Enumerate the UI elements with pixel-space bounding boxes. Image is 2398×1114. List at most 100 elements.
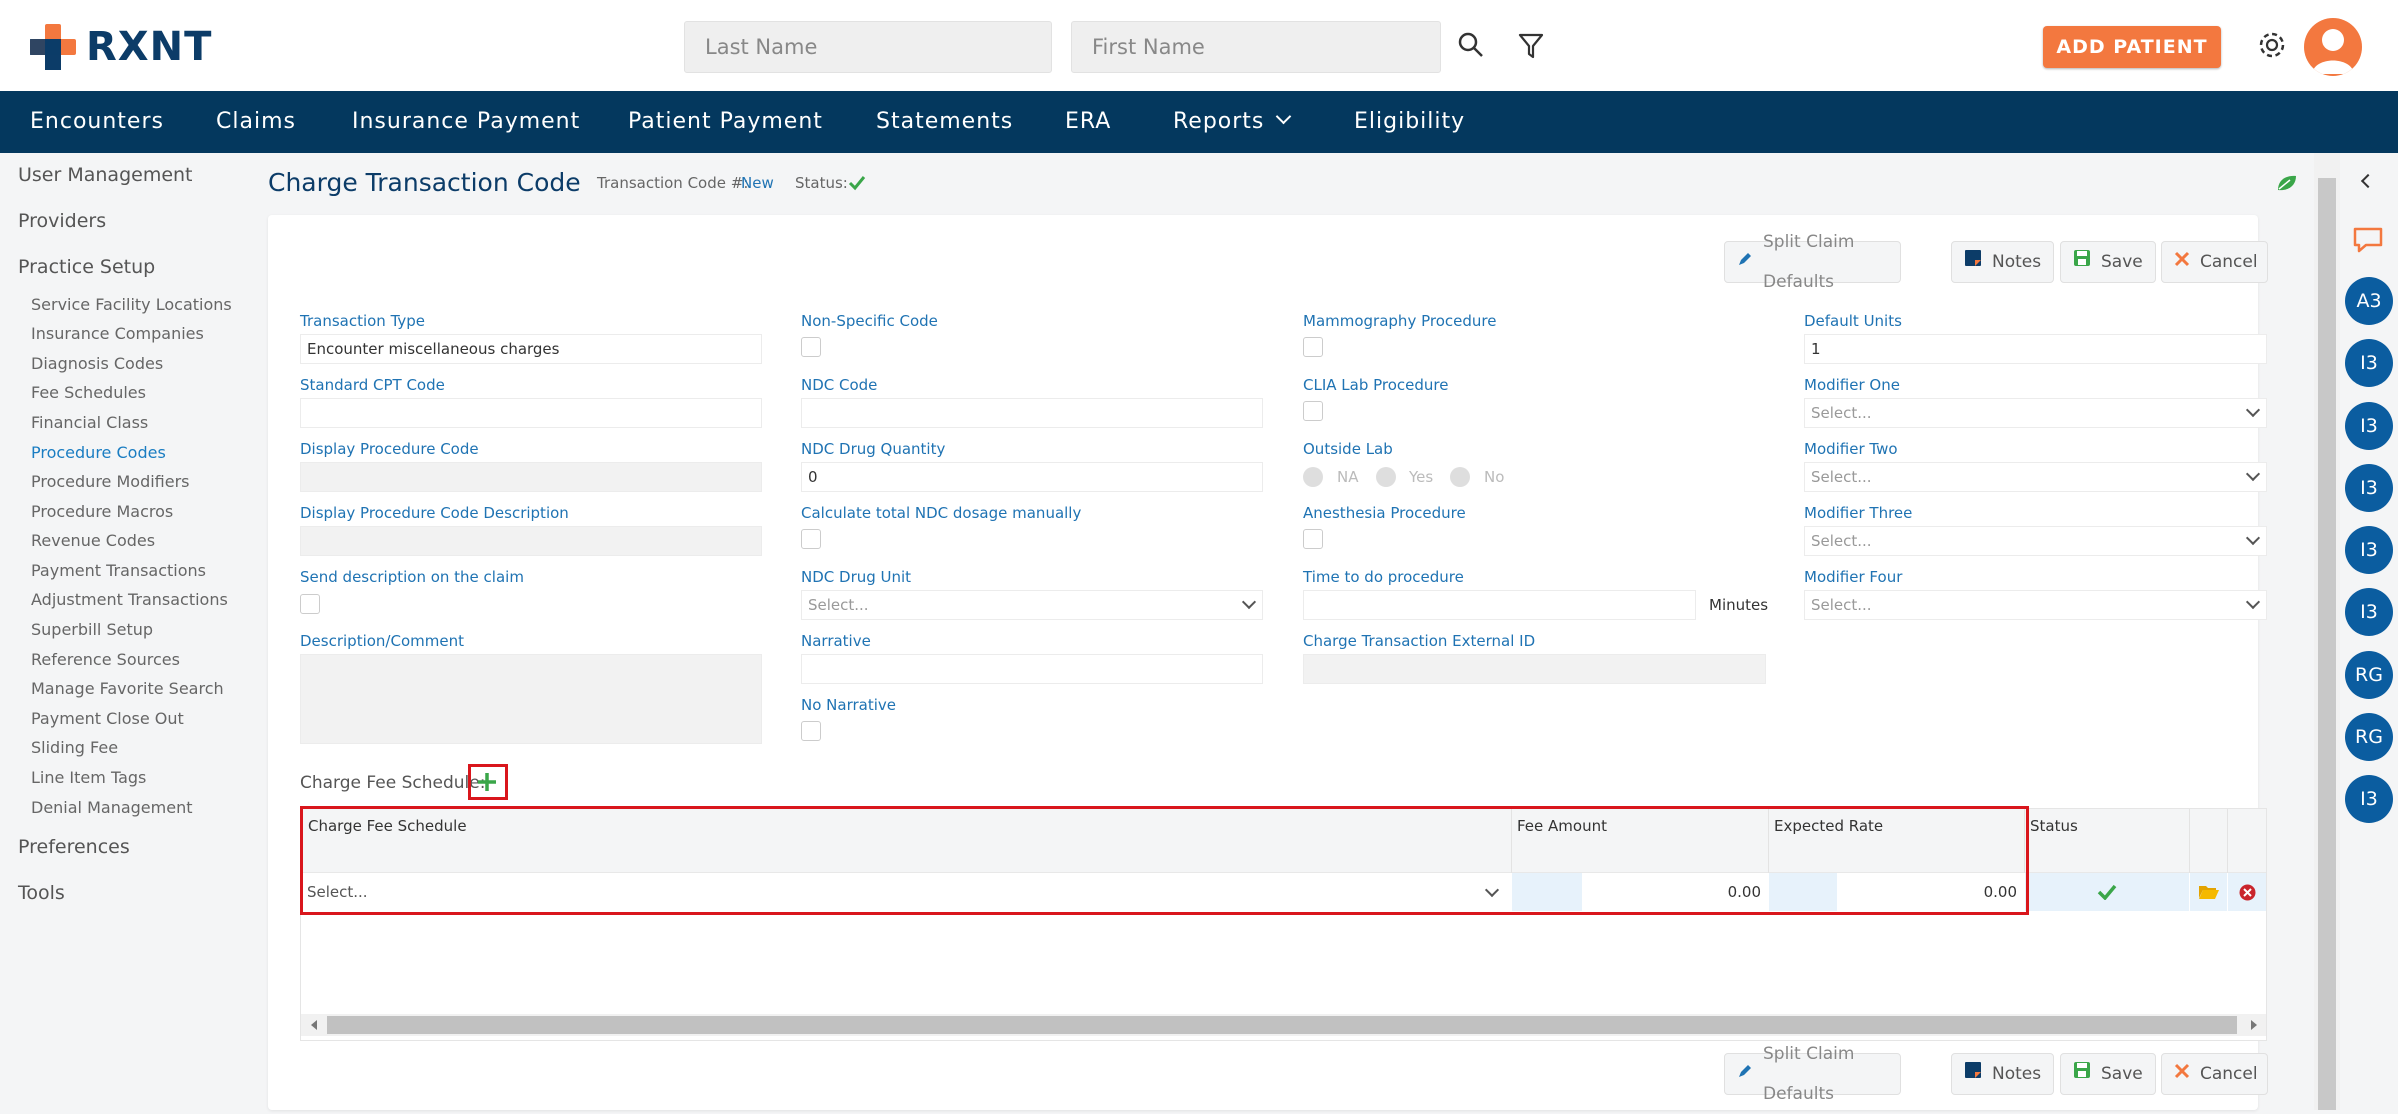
cancel-button-bottom[interactable]: Cancel	[2161, 1053, 2268, 1095]
ndc-code-input[interactable]	[801, 398, 1263, 428]
modifier-one-label: Modifier One	[1804, 376, 1900, 394]
rail-avatar-6[interactable]: I3	[2345, 588, 2393, 636]
gear-icon[interactable]	[2257, 30, 2287, 64]
sidebar-item-manage-favorite-search[interactable]: Manage Favorite Search	[31, 679, 224, 698]
sidebar-item-diagnosis-codes[interactable]: Diagnosis Codes	[31, 354, 163, 373]
main-nav: Encounters Claims Insurance Payment Pati…	[0, 91, 2398, 153]
add-fee-schedule-plus-icon[interactable]	[476, 771, 498, 797]
vertical-scroll-thumb[interactable]	[2318, 178, 2336, 1110]
anesthesia-checkbox[interactable]	[1303, 529, 1323, 549]
folder-open-icon[interactable]	[2198, 884, 2220, 904]
leaf-icon[interactable]	[2276, 174, 2298, 196]
nav-claims[interactable]: Claims	[216, 91, 296, 153]
scroll-left-icon[interactable]	[311, 1020, 317, 1030]
sidebar-item-payment-transactions[interactable]: Payment Transactions	[31, 561, 206, 580]
rail-avatar-3[interactable]: I3	[2345, 402, 2393, 450]
nav-era[interactable]: ERA	[1065, 91, 1111, 153]
cancel-x-icon	[2174, 1054, 2190, 1094]
no-narrative-checkbox[interactable]	[801, 721, 821, 741]
sidebar-tools[interactable]: Tools	[18, 882, 65, 904]
user-avatar[interactable]	[2304, 18, 2362, 76]
send-description-checkbox[interactable]	[300, 594, 320, 614]
sidebar-preferences[interactable]: Preferences	[18, 836, 130, 858]
horizontal-scrollbar[interactable]	[301, 1014, 2266, 1036]
rail-avatar-7[interactable]: RG	[2345, 651, 2393, 699]
modifier-three-select[interactable]: Select...	[1804, 526, 2267, 556]
sidebar-item-revenue-codes[interactable]: Revenue Codes	[31, 531, 155, 550]
horizontal-scroll-thumb[interactable]	[327, 1016, 2237, 1034]
sidebar-item-fee-schedules[interactable]: Fee Schedules	[31, 383, 146, 402]
notes-button-bottom[interactable]: Notes	[1951, 1053, 2054, 1095]
split-claim-defaults-button[interactable]: Split Claim Defaults	[1724, 232, 1901, 292]
split-claim-defaults-button-bottom[interactable]: Split Claim Defaults	[1724, 1044, 1901, 1104]
cancel-button[interactable]: Cancel	[2161, 241, 2268, 283]
save-button[interactable]: Save	[2060, 241, 2156, 283]
reports-chevron-icon[interactable]	[1275, 108, 1292, 125]
sidebar-item-procedure-modifiers[interactable]: Procedure Modifiers	[31, 472, 190, 491]
first-name-input[interactable]: First Name	[1071, 21, 1441, 73]
scroll-right-icon[interactable]	[2251, 1020, 2257, 1030]
rxnt-logo[interactable]: RXNT	[28, 22, 212, 72]
ndc-drug-quantity-input[interactable]: 0	[801, 462, 1263, 492]
ndc-code-label: NDC Code	[801, 376, 878, 394]
default-units-input[interactable]: 1	[1804, 334, 2267, 364]
calculate-ndc-checkbox[interactable]	[801, 529, 821, 549]
nav-eligibility[interactable]: Eligibility	[1354, 91, 1465, 153]
time-to-do-procedure-input[interactable]	[1303, 590, 1696, 620]
nav-patient-payment[interactable]: Patient Payment	[628, 91, 823, 153]
sidebar-item-sliding-fee[interactable]: Sliding Fee	[31, 738, 118, 757]
standard-cpt-input[interactable]	[300, 398, 762, 428]
sidebar-item-adjustment-transactions[interactable]: Adjustment Transactions	[31, 590, 228, 609]
sidebar-item-financial-class[interactable]: Financial Class	[31, 413, 148, 432]
sidebar-item-payment-close-out[interactable]: Payment Close Out	[31, 709, 184, 728]
notes-button[interactable]: Notes	[1951, 241, 2054, 283]
chevron-down-icon	[2245, 594, 2261, 610]
nav-encounters[interactable]: Encounters	[30, 91, 164, 153]
outside-lab-radio-no[interactable]	[1450, 467, 1470, 487]
sidebar-item-procedure-macros[interactable]: Procedure Macros	[31, 502, 173, 521]
nav-reports[interactable]: Reports	[1173, 91, 1264, 153]
rail-avatar-2[interactable]: I3	[2345, 339, 2393, 387]
search-icon[interactable]	[1458, 32, 1484, 62]
outside-lab-radio-na[interactable]	[1303, 467, 1323, 487]
chat-icon[interactable]	[2352, 226, 2384, 258]
sidebar-user-management[interactable]: User Management	[18, 164, 193, 186]
sidebar-item-line-item-tags[interactable]: Line Item Tags	[31, 768, 146, 787]
modifier-one-select[interactable]: Select...	[1804, 398, 2267, 428]
nav-statements[interactable]: Statements	[876, 91, 1013, 153]
open-folder-cell[interactable]	[2190, 873, 2227, 911]
save-button-bottom[interactable]: Save	[2060, 1053, 2156, 1095]
sidebar-item-reference-sources[interactable]: Reference Sources	[31, 650, 180, 669]
modifier-two-select[interactable]: Select...	[1804, 462, 2267, 492]
transaction-type-field[interactable]: Encounter miscellaneous charges	[300, 334, 762, 364]
description-comment-textarea[interactable]	[300, 654, 762, 744]
sidebar-item-superbill-setup[interactable]: Superbill Setup	[31, 620, 153, 639]
filter-icon[interactable]	[1518, 32, 1544, 64]
sidebar-item-denial-management[interactable]: Denial Management	[31, 798, 192, 817]
status-label: Status:	[795, 174, 848, 192]
rail-avatar-5[interactable]: I3	[2345, 526, 2393, 574]
ndc-drug-unit-select[interactable]: Select...	[801, 590, 1263, 620]
time-to-do-procedure-label: Time to do procedure	[1303, 568, 1464, 586]
rail-avatar-1[interactable]: A3	[2345, 277, 2393, 325]
status-check-icon	[848, 175, 866, 195]
non-specific-code-checkbox[interactable]	[801, 337, 821, 357]
sidebar-item-insurance-companies[interactable]: Insurance Companies	[31, 324, 204, 343]
outside-lab-radio-yes[interactable]	[1376, 467, 1396, 487]
mammography-checkbox[interactable]	[1303, 337, 1323, 357]
delete-cell[interactable]	[2228, 873, 2266, 911]
sidebar-practice-setup[interactable]: Practice Setup	[18, 256, 155, 278]
delete-circle-icon[interactable]	[2239, 884, 2256, 905]
sidebar-providers[interactable]: Providers	[18, 210, 106, 232]
rail-avatar-9[interactable]: I3	[2345, 775, 2393, 823]
last-name-input[interactable]: Last Name	[684, 21, 1052, 73]
narrative-input[interactable]	[801, 654, 1263, 684]
rail-avatar-8[interactable]: RG	[2345, 713, 2393, 761]
modifier-four-select[interactable]: Select...	[1804, 590, 2267, 620]
rail-avatar-4[interactable]: I3	[2345, 464, 2393, 512]
sidebar-item-service-facility-locations[interactable]: Service Facility Locations	[31, 295, 232, 314]
sidebar-item-procedure-codes[interactable]: Procedure Codes	[31, 443, 166, 462]
nav-insurance-payment[interactable]: Insurance Payment	[352, 91, 580, 153]
add-patient-button[interactable]: ADD PATIENT	[2043, 26, 2221, 68]
clia-lab-checkbox[interactable]	[1303, 401, 1323, 421]
